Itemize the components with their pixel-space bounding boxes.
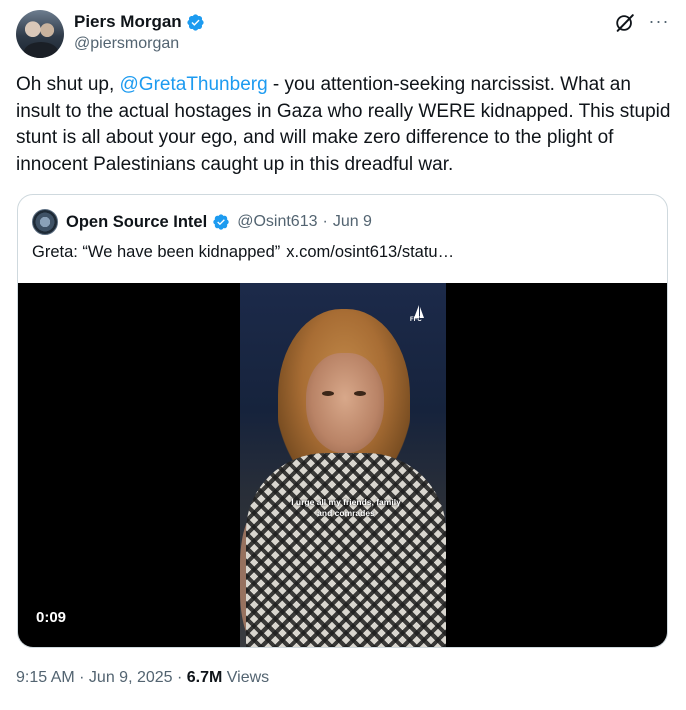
views-count: 6.7M [186,669,223,686]
video-person-scarf [246,453,446,647]
tweet-date[interactable]: Jun 9, 2025 [89,669,173,686]
tweet-text: Oh shut up, @GretaThunberg - you attenti… [16,72,672,178]
video-person-face [306,353,384,453]
meta-separator: · [74,669,89,686]
video-player[interactable]: FFC I urge all my friends, family and co… [18,283,667,647]
video-caption: I urge all my friends, family and comrad… [291,497,401,518]
quoted-handle: @Osint613 [237,213,318,230]
author-handle[interactable]: @piersmorgan [74,35,179,53]
separator-dot: · [322,213,328,230]
quoted-link[interactable]: x.com/osint613/statu… [286,243,454,261]
video-watermark: FFC [410,317,422,323]
sailboat-icon [414,305,424,318]
author-display-name[interactable]: Piers Morgan [74,12,182,32]
quoted-tweet-text: Greta: “We have been kidnapped” x.com/osi… [32,243,454,262]
author-name-row: Piers Morgan [74,12,205,32]
video-person-eye [322,391,334,396]
tweet-time[interactable]: 9:15 AM [16,669,75,686]
tweet-meta: 9:15 AM · Jun 9, 2025 · 6.7M Views [16,669,269,687]
quoted-avatar [32,209,58,235]
quoted-tweet-card[interactable]: Open Source Intel @Osint613 · Jun 9 Gret… [17,194,668,648]
more-icon[interactable]: ··· [648,12,670,34]
tweet-text-part: Oh shut up, [16,74,120,95]
tweet-header: Piers Morgan @piersmorgan ··· [16,10,670,58]
avatar[interactable] [16,10,64,58]
quoted-date: Jun 9 [332,213,372,230]
video-frame: FFC I urge all my friends, family and co… [240,283,446,647]
quoted-text: Greta: “We have been kidnapped” [32,243,281,261]
video-duration: 0:09 [36,609,67,626]
views-label: Views [222,669,270,686]
mention-link[interactable]: @GretaThunberg [120,74,268,95]
verified-badge-icon [187,13,204,31]
meta-separator: · [172,669,187,686]
verified-badge-icon [213,214,229,230]
video-person-eye [354,391,366,396]
quoted-tweet-header: Open Source Intel @Osint613 · Jun 9 [32,209,372,235]
grok-icon[interactable] [614,12,636,34]
quoted-display-name: Open Source Intel [66,212,208,231]
